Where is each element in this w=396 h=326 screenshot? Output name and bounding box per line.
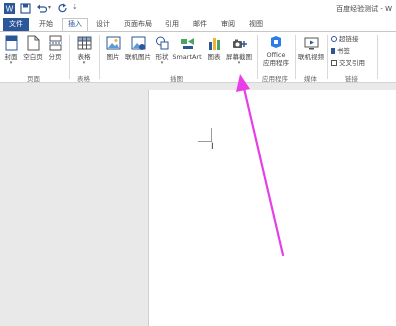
tab-mailings[interactable]: 邮件 [188, 18, 212, 31]
cover-button[interactable]: 封面 ▾ [3, 35, 19, 66]
office-apps-button[interactable]: Office 应用程序 [260, 35, 292, 67]
picture-button[interactable]: 图片 [103, 35, 123, 61]
table-icon [77, 36, 91, 50]
customize-icon[interactable]: ⇣ [72, 3, 78, 11]
group-divider [257, 35, 258, 79]
page-corner-mark [198, 141, 212, 142]
online-video-button[interactable]: 联机视频 [298, 35, 324, 61]
chart-icon [208, 38, 220, 50]
group-divider [99, 35, 100, 79]
page-break-icon [48, 35, 62, 51]
group-label-pages: 页面 [27, 75, 40, 83]
chevron-down-icon: ▾ [82, 60, 86, 66]
ribbon-tabs: 文件 开始 插入 设计 页面布局 引用 邮件 审阅 视图 [0, 18, 396, 31]
chevron-down-icon: ▾ [9, 60, 13, 66]
online-picture-icon [131, 36, 145, 50]
group-divider [377, 35, 378, 79]
smartart-button[interactable]: SmartArt [172, 35, 202, 61]
shapes-button[interactable]: 形状 ▾ [153, 35, 171, 66]
tab-page-layout[interactable]: 页面布局 [120, 18, 156, 31]
bookmark-icon [331, 48, 335, 54]
cover-page-icon [5, 35, 17, 51]
undo-dropdown-icon[interactable]: ▾ [48, 4, 51, 11]
group-label-illustrations: 插图 [170, 75, 183, 83]
shapes-icon [155, 36, 168, 50]
online-video-icon [304, 37, 318, 50]
ribbon-insert: 封面 ▾ 空白页 分页 页面 表格 ▾ 表格 图片 联机图片 形状 ▾ Smar… [0, 31, 396, 83]
page-corner-mark [211, 128, 212, 142]
tab-insert[interactable]: 插入 [62, 18, 88, 31]
group-label-links: 链接 [345, 75, 358, 83]
table-button[interactable]: 表格 ▾ [74, 35, 94, 66]
group-divider [327, 35, 328, 79]
screenshot-icon [232, 39, 247, 48]
blank-page-button[interactable]: 空白页 [22, 35, 44, 61]
cross-reference-icon [331, 60, 337, 66]
word-icon[interactable]: W [4, 3, 15, 14]
tab-view[interactable]: 视图 [244, 18, 268, 31]
tab-design[interactable]: 设计 [91, 18, 115, 31]
tab-file[interactable]: 文件 [3, 18, 29, 31]
group-label-apps: 应用程序 [262, 75, 288, 83]
smartart-icon [180, 38, 194, 49]
group-divider [69, 35, 70, 79]
chevron-down-icon: ▾ [160, 60, 164, 66]
group-divider [295, 35, 296, 79]
tab-references[interactable]: 引用 [160, 18, 184, 31]
undo-icon[interactable] [36, 3, 47, 14]
picture-icon [106, 36, 120, 50]
group-label-tables: 表格 [77, 75, 90, 83]
cross-reference-button[interactable]: 交叉引用 [331, 59, 365, 68]
svg-text:W: W [6, 5, 14, 14]
screenshot-button[interactable]: 屏幕截图 ▾ [224, 35, 254, 66]
chart-button[interactable]: 图表 [205, 35, 223, 61]
blank-page-icon [27, 35, 39, 51]
online-picture-button[interactable]: 联机图片 [124, 35, 152, 61]
redo-icon[interactable] [57, 3, 68, 14]
hyperlink-button[interactable]: 超链接 [331, 35, 359, 44]
text-cursor-icon: I [211, 142, 214, 152]
document-page[interactable] [148, 90, 396, 326]
tab-home[interactable]: 开始 [33, 18, 59, 31]
office-store-icon [271, 36, 281, 48]
chevron-down-icon: ▾ [237, 60, 241, 66]
page-break-button[interactable]: 分页 [46, 35, 64, 61]
tab-review[interactable]: 审阅 [216, 18, 240, 31]
group-label-media: 媒体 [304, 75, 317, 83]
bookmark-button[interactable]: 书签 [331, 47, 350, 56]
title-bar: W ▾ ⇣ 百度经验测试 - W [0, 0, 396, 18]
document-title: 百度经验测试 - W [336, 5, 392, 13]
link-icon [331, 36, 337, 42]
save-icon[interactable] [20, 3, 31, 14]
